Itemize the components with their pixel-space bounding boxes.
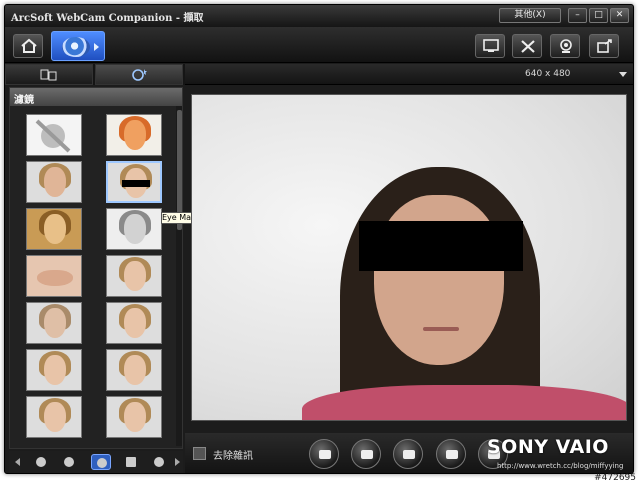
webcam-settings-button[interactable] [550,34,580,58]
slideshow-icon [40,69,57,81]
effect-none[interactable] [26,114,82,156]
record-video-button[interactable] [436,439,466,469]
subject-mouth [423,327,459,331]
category-scenes[interactable] [149,454,169,470]
other-menu-button[interactable]: 其他(X) [499,8,561,23]
face-icon [36,457,46,467]
effect-sepia-frame[interactable] [26,208,82,250]
scroll-right-icon[interactable] [175,458,180,466]
thumb-face [44,214,66,244]
webcam-settings-icon [560,39,572,53]
effect-bigeyes[interactable] [106,396,162,438]
filter-category-strip [9,451,183,473]
thumb-face [124,308,146,338]
brand-logo: SONY VAIO [487,436,609,458]
capture-icon [319,450,331,459]
thumb-face [124,120,146,150]
resolution-selector[interactable]: 640 x 480 [525,69,570,79]
tools-icon [521,40,535,53]
scroll-left-icon[interactable] [15,458,20,466]
frames-icon [361,450,373,459]
thumb-face [124,355,146,385]
capture-controls: 去除雜訊 SONY VAIO http://www.wretch.cc/blog… [185,433,633,473]
effect-shatter[interactable] [106,302,162,344]
effect-fire[interactable] [106,114,162,156]
home-icon [21,38,37,53]
display-button[interactable] [475,34,505,58]
effect-stretch[interactable] [26,255,82,297]
category-avatars[interactable] [59,454,79,470]
thumb-face [44,402,66,432]
capture-photo-button[interactable] [309,439,339,469]
category-filters[interactable] [91,454,111,470]
main-toolbar [5,27,633,63]
no-effect-icon [35,119,71,153]
people-button[interactable] [393,439,423,469]
webcam-icon [62,37,90,57]
minimize-button[interactable]: – [568,8,587,23]
denoise-checkbox[interactable] [193,447,206,460]
share-button[interactable] [589,34,619,58]
effect-pixelate[interactable] [26,161,82,203]
title-bar: ArcSoft WebCam Companion - 擷取 其他(X) – □ … [5,5,633,27]
thumb-face [37,270,73,286]
eye-mask-bar [359,221,523,271]
thumb-face [124,261,146,291]
chevron-down-icon[interactable] [619,72,627,77]
effects-heading: 濾鏡 [10,88,182,106]
effect-grayscale[interactable] [106,208,162,250]
thumb-face [44,308,66,338]
camera-preview [191,94,627,421]
thumb-eye-bar [122,180,150,187]
maximize-button[interactable]: □ [589,8,608,23]
tools-button[interactable] [512,34,542,58]
close-button[interactable]: ✕ [610,8,629,23]
screen-icon [483,39,499,52]
effect-eye-mask[interactable] [106,161,162,203]
thumb-face [44,167,66,197]
brand-url: http://www.wretch.cc/blog/miffyying [497,462,624,470]
thumb-face [124,214,146,244]
effect-soft[interactable] [26,349,82,391]
category-frames[interactable] [121,454,141,470]
people-icon [403,450,415,459]
frame-icon [126,457,136,467]
filter-icon [97,458,107,468]
panel-tabs [5,64,185,85]
effects-scrollbar[interactable] [176,106,182,446]
effect-warp[interactable] [106,255,162,297]
scene-icon [154,457,164,467]
effect-blur[interactable] [106,349,162,391]
denoise-label: 去除雜訊 [213,451,253,462]
resolution-bar: 640 x 480 [185,64,633,85]
share-icon [597,39,612,53]
effects-panel: 濾鏡 [9,87,183,449]
category-faces[interactable] [31,454,51,470]
video-icon [446,450,458,459]
app-window: ArcSoft WebCam Companion - 擷取 其他(X) – □ … [4,4,634,474]
tab-effects[interactable] [95,64,183,85]
home-button[interactable] [13,34,43,58]
thumb-face [44,355,66,385]
mode-arrow-icon [94,43,99,51]
effect-classic[interactable] [26,396,82,438]
capture-mode-button[interactable] [51,31,105,61]
window-title: ArcSoft WebCam Companion - 擷取 [11,13,204,24]
subject-shirt [302,385,626,420]
tab-slideshow[interactable] [5,64,93,85]
camera-effects-icon [132,69,147,81]
thumb-face [124,402,146,432]
image-id-watermark: #472695 [594,473,636,483]
frames-button[interactable] [351,439,381,469]
avatar-icon [64,457,74,467]
effect-mosaic[interactable] [26,302,82,344]
